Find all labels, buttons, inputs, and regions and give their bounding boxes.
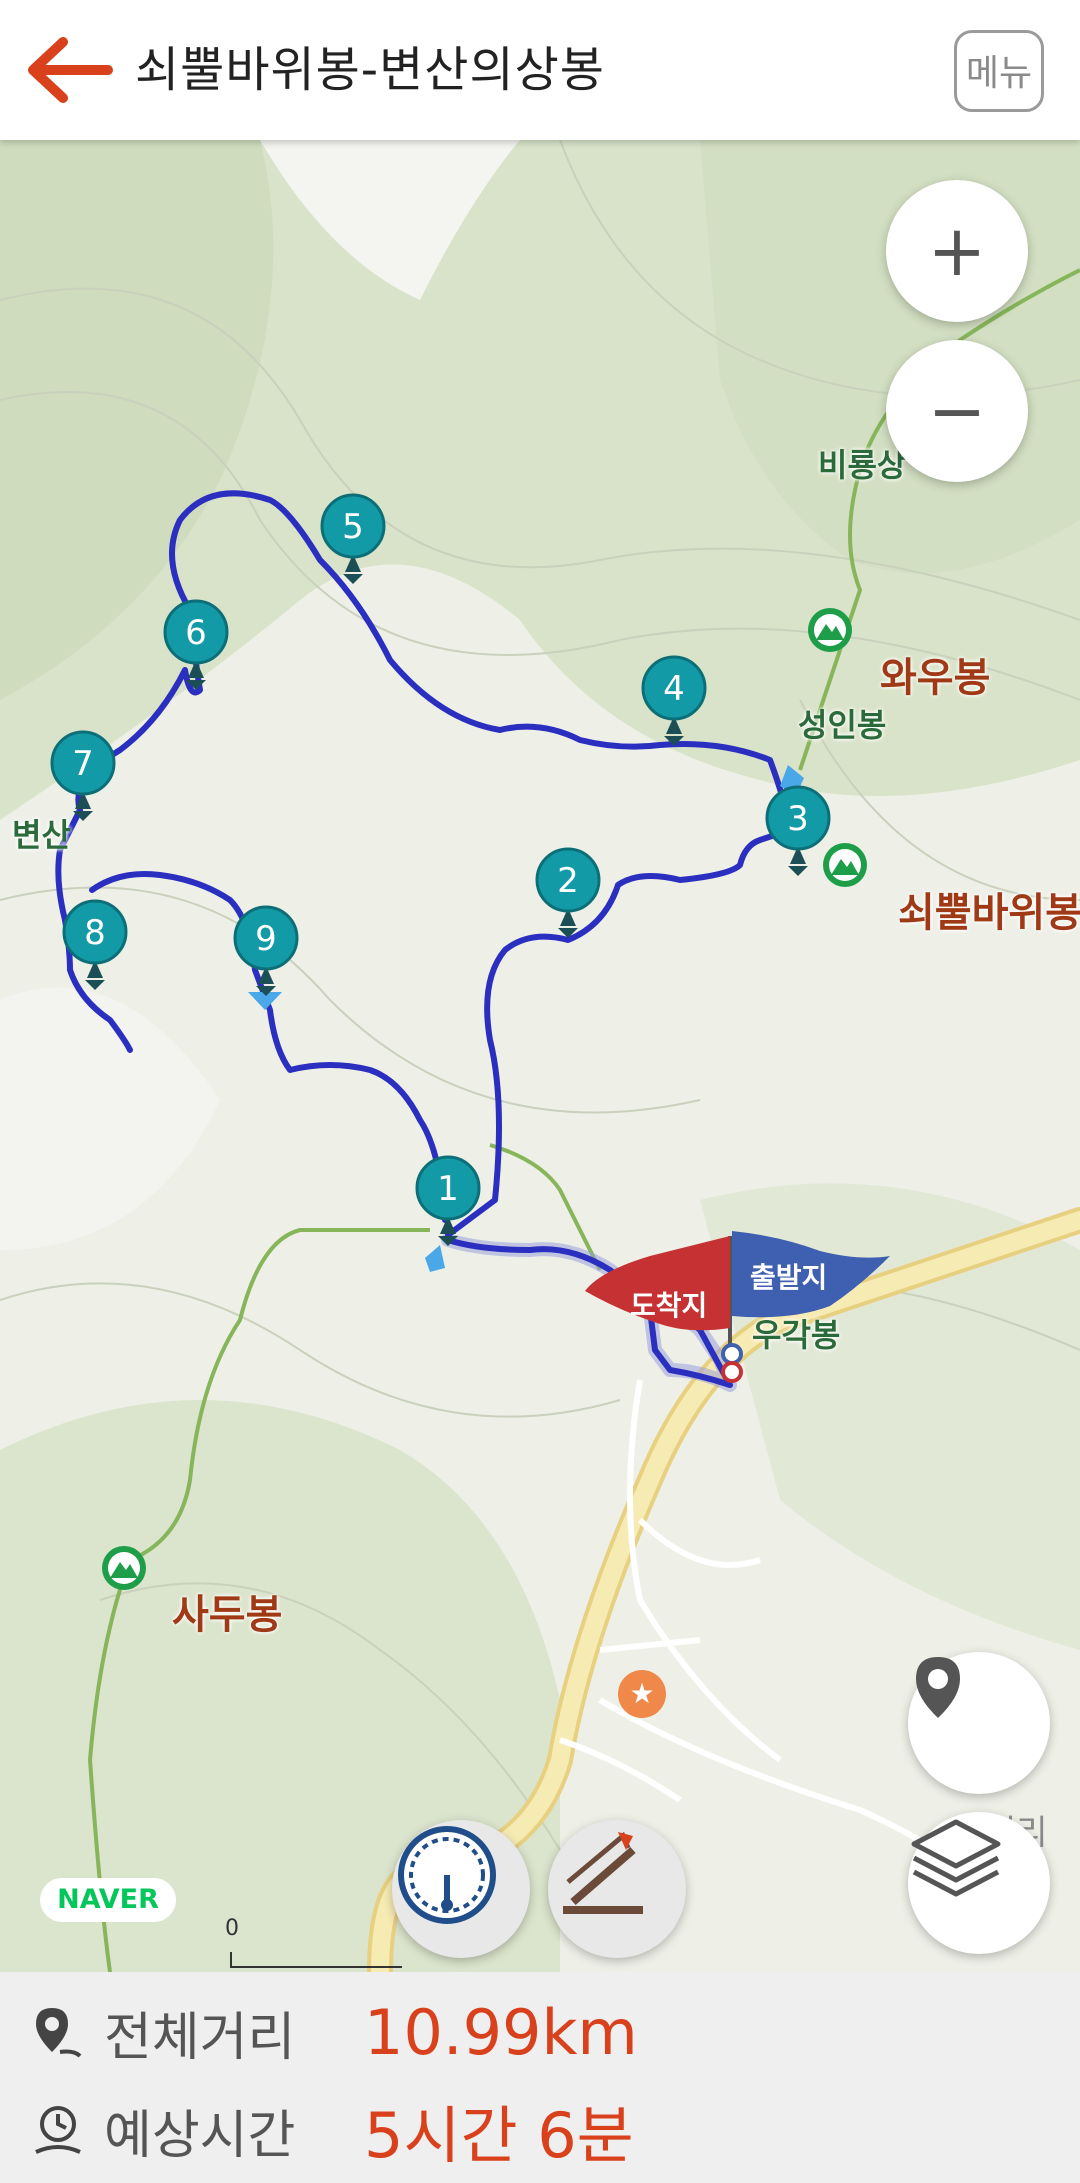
mountain-icon bbox=[806, 606, 854, 654]
slope-icon bbox=[563, 1831, 643, 1914]
waypoint-label: 3 bbox=[787, 799, 809, 839]
waypoint-marker[interactable]: 2 bbox=[534, 846, 602, 946]
layers-button[interactable] bbox=[908, 1812, 1050, 1954]
waypoint-marker[interactable]: 4 bbox=[640, 654, 708, 754]
time-row: 예상시간 5시간 6분 bbox=[30, 2080, 634, 2180]
time-value: 5시간 6분 bbox=[364, 2099, 634, 2172]
menu-button[interactable]: 메뉴 bbox=[954, 30, 1044, 112]
zoom-in-button[interactable]: + bbox=[886, 180, 1028, 322]
peak-label: 쇠뿔바위봉 bbox=[898, 890, 1080, 936]
waypoint-label: 6 bbox=[185, 613, 207, 653]
back-arrow-icon[interactable] bbox=[18, 30, 118, 110]
peak-label: 성인봉 bbox=[798, 706, 887, 744]
speedometer-button[interactable] bbox=[392, 1820, 530, 1958]
peak-label: 사두봉 bbox=[172, 1592, 283, 1638]
end-flag-label: 도착지 bbox=[630, 1289, 707, 1322]
distance-pin-icon bbox=[36, 2008, 82, 2058]
naver-logo: NAVER bbox=[40, 1878, 176, 1922]
mountain-icon bbox=[100, 1544, 148, 1592]
peak-label: 비룡상 bbox=[818, 446, 907, 484]
waypoint-label: 5 bbox=[342, 507, 364, 547]
waypoint-marker[interactable]: 8 bbox=[61, 898, 129, 998]
app-header: 쇠뿔바위봉-변산의상봉 메뉴 bbox=[0, 0, 1080, 140]
waypoint-marker[interactable]: 7 bbox=[49, 729, 117, 829]
slope-button[interactable] bbox=[548, 1820, 686, 1958]
peak-label: 와우봉 bbox=[880, 655, 991, 701]
distance-label: 전체거리 bbox=[104, 2007, 296, 2068]
distance-value: 10.99km bbox=[364, 1995, 638, 2069]
location-pin-icon bbox=[916, 1657, 960, 1718]
minus-icon: − bbox=[927, 370, 987, 452]
waypoint-label: 8 bbox=[84, 913, 106, 953]
scale-label: 0 bbox=[225, 1916, 239, 1941]
waypoint-marker[interactable]: 1 bbox=[414, 1154, 482, 1254]
waypoint-label: 4 bbox=[663, 669, 685, 709]
location-button[interactable] bbox=[908, 1652, 1050, 1794]
distance-row: 전체거리 10.99km bbox=[30, 1982, 638, 2082]
poi-star-icon: ★ bbox=[618, 1670, 666, 1718]
layers-icon bbox=[911, 1819, 1001, 1897]
page-title: 쇠뿔바위봉-변산의상봉 bbox=[135, 42, 605, 98]
time-label: 예상시간 bbox=[104, 2105, 296, 2166]
route-summary: 전체거리 10.99km 예상시간 5시간 6분 bbox=[0, 1972, 1080, 2183]
waypoint-marker[interactable]: 3 bbox=[764, 784, 832, 884]
waypoint-label: 1 bbox=[437, 1169, 459, 1209]
route-flags: 도착지 출발지 bbox=[585, 1231, 890, 1383]
waypoint-marker[interactable]: 6 bbox=[162, 598, 230, 698]
waypoint-marker[interactable]: 5 bbox=[319, 492, 387, 592]
plus-icon: + bbox=[927, 210, 987, 292]
waypoint-label: 9 bbox=[255, 919, 277, 959]
waypoint-marker[interactable]: 9 bbox=[232, 904, 300, 1004]
scale-bar bbox=[230, 1952, 402, 1968]
start-point-icon bbox=[721, 1343, 743, 1365]
speedometer-icon bbox=[398, 1826, 496, 1924]
clock-route-icon bbox=[35, 2106, 81, 2154]
start-flag-label: 출발지 bbox=[750, 1261, 827, 1294]
zoom-out-button[interactable]: − bbox=[886, 340, 1028, 482]
waypoint-label: 2 bbox=[557, 861, 579, 901]
waypoint-label: 7 bbox=[72, 744, 94, 784]
map-view[interactable]: 와우봉성인봉쇠뿔바위봉비룡상변산우각봉사두봉신리★ 도착지 출발지 + − bbox=[0, 140, 1080, 1972]
end-point-icon bbox=[721, 1361, 743, 1383]
